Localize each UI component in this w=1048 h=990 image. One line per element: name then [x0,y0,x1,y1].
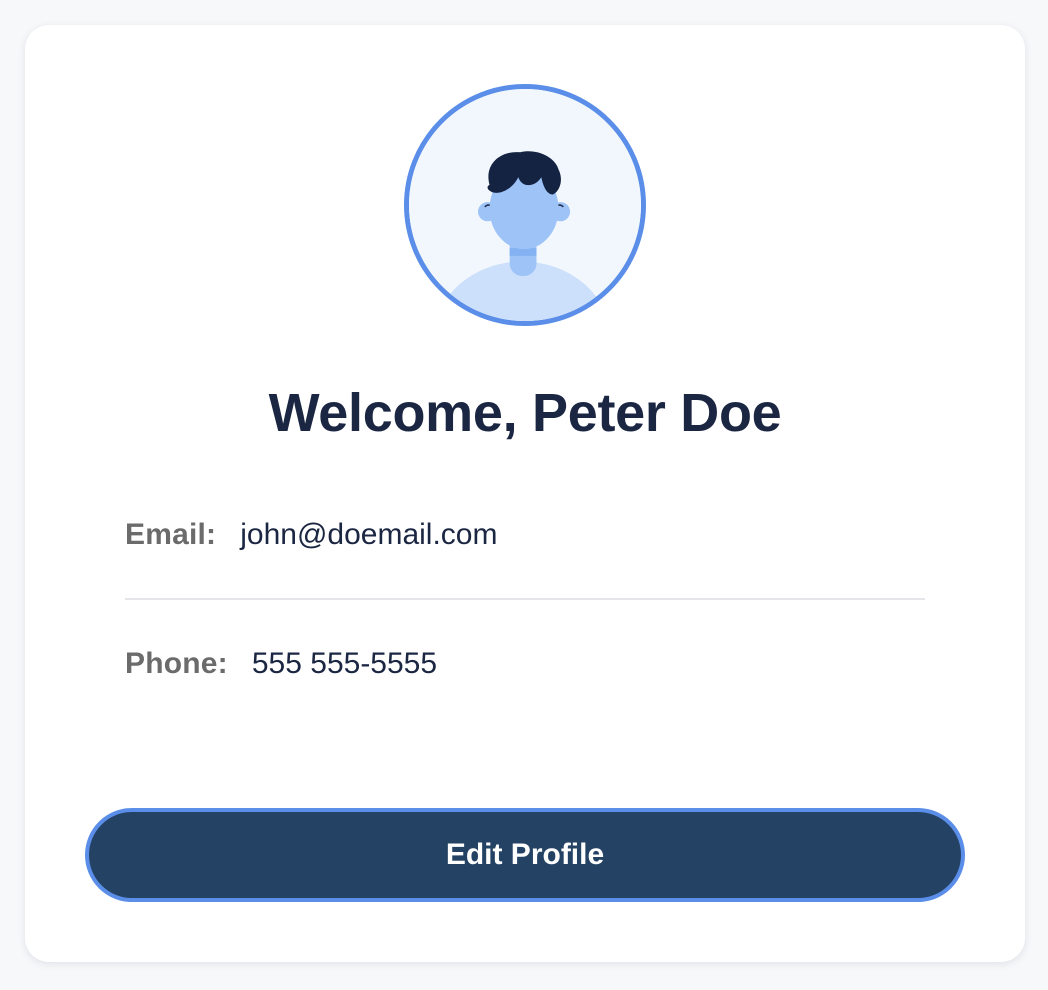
email-label: Email: [125,518,217,551]
user-avatar-icon [404,84,646,326]
phone-label: Phone: [125,647,228,680]
phone-row: Phone: 555 555-5555 [125,642,925,686]
edit-profile-button[interactable]: Edit Profile [85,808,965,902]
info-divider [125,598,925,600]
welcome-heading: Welcome, Peter Doe [268,383,782,443]
email-value: john@doemail.com [240,518,498,551]
email-row: Email: john@doemail.com [125,513,925,557]
phone-value: 555 555-5555 [251,647,438,680]
profile-card: Welcome, Peter Doe Email: john@doemail.c… [25,25,1025,962]
